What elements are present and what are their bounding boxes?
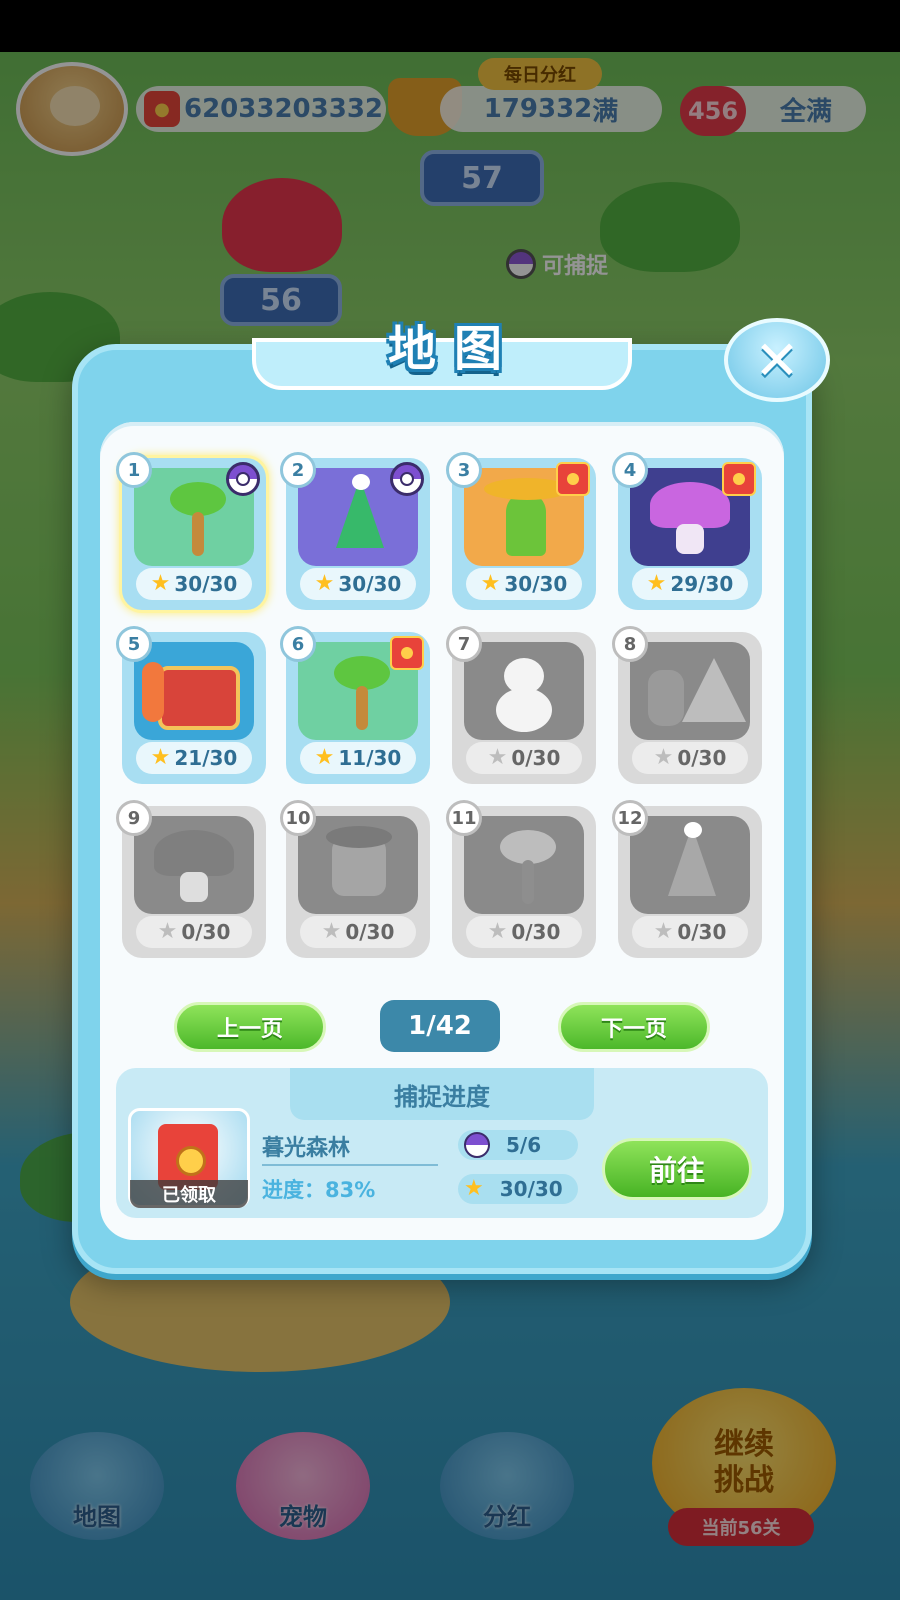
star-count-value: 30/30	[499, 1177, 563, 1201]
divider	[262, 1164, 438, 1166]
star-icon: ★	[157, 919, 178, 944]
star-count: ★ 30/30	[458, 1174, 578, 1204]
map-stars-value: 30/30	[338, 572, 402, 596]
map-tile-1[interactable]: 1 ★ 30/30	[116, 452, 266, 610]
map-stars-value: 21/30	[174, 746, 238, 770]
map-tile-11[interactable]: 11 ★ 0/30	[446, 800, 596, 958]
star-icon: ★	[646, 571, 667, 596]
map-number: 5	[116, 626, 152, 662]
star-icon: ★	[314, 745, 335, 770]
area-progress: 进度：83%	[262, 1178, 376, 1202]
map-star-progress: ★ 30/30	[466, 568, 582, 600]
map-star-progress: ★ 30/30	[300, 568, 416, 600]
pokeball-icon	[390, 462, 424, 496]
map-tile-7[interactable]: 7 ★ 0/30	[446, 626, 596, 784]
map-stars-value: 11/30	[338, 746, 402, 770]
red-envelope-icon	[722, 462, 756, 496]
map-tile-9[interactable]: 9 ★ 0/30	[116, 800, 266, 958]
star-icon: ★	[314, 571, 335, 596]
title-char-2: 图	[454, 321, 503, 377]
next-page-button[interactable]: 下一页	[558, 1002, 710, 1052]
map-number: 2	[280, 452, 316, 488]
pyramid-icon	[630, 642, 750, 740]
map-stars-value: 29/30	[670, 572, 734, 596]
map-stars-value: 30/30	[504, 572, 568, 596]
star-icon: ★	[150, 745, 171, 770]
map-number: 10	[280, 800, 316, 836]
map-star-progress: ★ 0/30	[466, 916, 582, 948]
map-number: 12	[612, 800, 648, 836]
map-number: 1	[116, 452, 152, 488]
map-tile-5[interactable]: 5 ★ 21/30	[116, 626, 266, 784]
map-stars-value: 0/30	[677, 746, 727, 770]
modal-title: 地 图	[350, 306, 540, 382]
map-stars-value: 0/30	[511, 920, 561, 944]
map-number: 11	[446, 800, 482, 836]
map-tile-4[interactable]: 4 ★ 29/30	[612, 452, 762, 610]
map-number: 4	[612, 452, 648, 488]
tree-icon	[630, 816, 750, 914]
map-number: 6	[280, 626, 316, 662]
star-icon: ★	[487, 745, 508, 770]
star-icon: ★	[480, 571, 501, 596]
star-icon: ★	[653, 919, 674, 944]
star-icon: ★	[321, 919, 342, 944]
map-tile-2[interactable]: 2 ★ 30/30	[280, 452, 430, 610]
map-star-progress: ★ 30/30	[136, 568, 252, 600]
map-star-progress: ★ 0/30	[632, 742, 748, 774]
area-name: 暮光森林	[262, 1136, 351, 1161]
map-tile-6[interactable]: 6 ★ 11/30	[280, 626, 430, 784]
star-icon: ★	[464, 1176, 484, 1201]
reward-claimed-label: 已领取	[130, 1180, 248, 1208]
capture-progress-header: 捕捉进度	[290, 1068, 594, 1120]
map-stars-value: 0/30	[677, 920, 727, 944]
map-stars-value: 0/30	[511, 746, 561, 770]
mushroom-icon	[134, 816, 254, 914]
map-tile-3[interactable]: 3 ★ 30/30	[446, 452, 596, 610]
page-indicator: 1/42	[380, 1000, 500, 1052]
map-star-progress: ★ 0/30	[300, 916, 416, 948]
map-star-progress: ★ 0/30	[632, 916, 748, 948]
pokeball-icon	[464, 1132, 490, 1158]
pokeball-icon	[226, 462, 260, 496]
map-number: 7	[446, 626, 482, 662]
house-icon	[298, 816, 418, 914]
map-star-progress: ★ 29/30	[632, 568, 748, 600]
star-icon: ★	[150, 571, 171, 596]
map-stars-value: 0/30	[181, 920, 231, 944]
map-number: 9	[116, 800, 152, 836]
map-stars-value: 0/30	[345, 920, 395, 944]
title-char-1: 地	[387, 321, 436, 377]
go-button[interactable]: 前往	[602, 1138, 752, 1200]
star-icon: ★	[487, 919, 508, 944]
map-star-progress: ★ 11/30	[300, 742, 416, 774]
red-envelope-icon	[390, 636, 424, 670]
map-tile-10[interactable]: 10 ★ 0/30	[280, 800, 430, 958]
map-star-progress: ★ 0/30	[136, 916, 252, 948]
pet-count-value: 5/6	[506, 1133, 542, 1157]
close-icon: ✕	[754, 328, 800, 392]
snowman-icon	[464, 642, 584, 740]
map-number: 8	[612, 626, 648, 662]
red-envelope-icon	[556, 462, 590, 496]
map-star-progress: ★ 0/30	[466, 742, 582, 774]
star-icon: ★	[653, 745, 674, 770]
map-tile-12[interactable]: 12 ★ 0/30	[612, 800, 762, 958]
map-number: 3	[446, 452, 482, 488]
map-star-progress: ★ 21/30	[136, 742, 252, 774]
prev-page-button[interactable]: 上一页	[174, 1002, 326, 1052]
map-tile-8[interactable]: 8 ★ 0/30	[612, 626, 762, 784]
pet-capture-count: 5/6	[458, 1130, 578, 1160]
close-button[interactable]: ✕	[724, 318, 830, 402]
palm-icon	[464, 816, 584, 914]
chest-icon	[134, 642, 254, 740]
map-stars-value: 30/30	[174, 572, 238, 596]
status-bar-area	[0, 0, 900, 52]
